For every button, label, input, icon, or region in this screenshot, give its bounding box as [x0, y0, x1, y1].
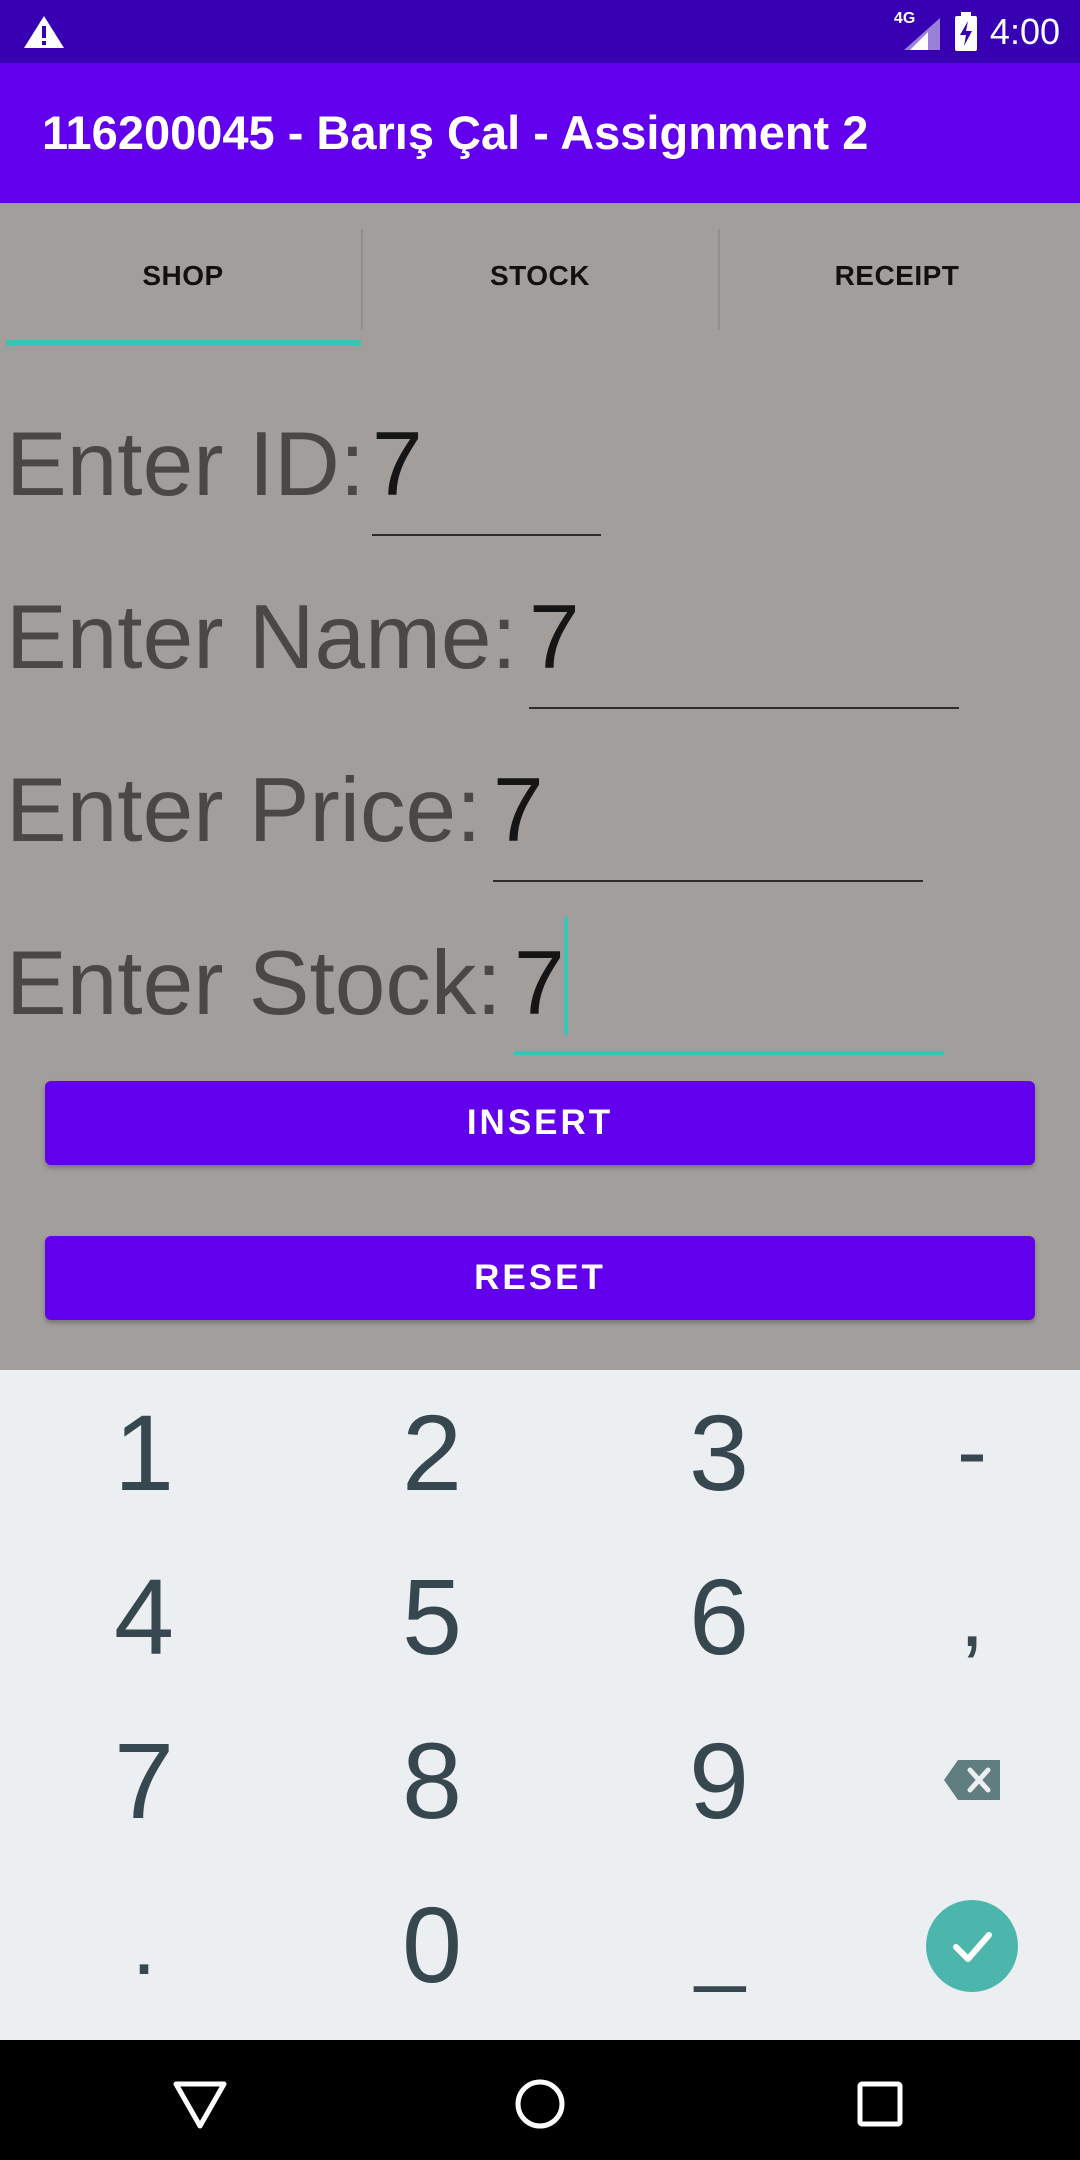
recents-icon[interactable]	[852, 2076, 908, 2132]
key-dot[interactable]: .	[74, 1864, 214, 2024]
key-1[interactable]: 1	[44, 1372, 244, 1532]
tab-stock[interactable]: STOCK	[360, 203, 720, 349]
stock-underline	[514, 1051, 944, 1055]
id-label: Enter ID:	[6, 414, 366, 515]
price-label: Enter Price:	[6, 760, 482, 861]
key-5[interactable]: 5	[332, 1536, 532, 1696]
backspace-key[interactable]	[902, 1700, 1042, 1860]
key-minus[interactable]: -	[902, 1372, 1042, 1532]
price-value: 7	[493, 760, 544, 861]
name-label: Enter Name:	[6, 587, 517, 688]
key-2[interactable]: 2	[332, 1372, 532, 1532]
insert-button[interactable]: INSERT	[45, 1081, 1035, 1165]
key-space[interactable]: _	[650, 1864, 790, 2024]
stock-value: 7	[514, 933, 565, 1034]
tab-indicator	[6, 340, 361, 346]
key-6[interactable]: 6	[619, 1536, 819, 1696]
id-field[interactable]: 7	[372, 410, 601, 536]
text-caret	[564, 917, 568, 1035]
backspace-icon	[944, 1760, 1000, 1800]
name-value: 7	[529, 587, 580, 688]
app-bar: 116200045 - Barış Çal - Assignment 2	[0, 63, 1080, 203]
signal-icon: 4G	[894, 10, 942, 52]
stock-field[interactable]: 7	[514, 917, 944, 1055]
battery-charging-icon	[954, 11, 977, 51]
id-value: 7	[372, 414, 423, 515]
tab-shop[interactable]: SHOP	[3, 203, 363, 349]
status-bar: 4G 4:00	[0, 0, 1080, 63]
warning-icon	[24, 16, 64, 48]
name-underline	[529, 707, 959, 709]
tab-bar: SHOP STOCK RECEIPT	[0, 203, 1080, 349]
price-field[interactable]: 7	[493, 756, 923, 882]
back-icon[interactable]	[172, 2076, 228, 2132]
key-8[interactable]: 8	[332, 1700, 532, 1860]
name-field[interactable]: 7	[529, 583, 959, 709]
stock-label: Enter Stock:	[6, 933, 502, 1034]
home-icon[interactable]	[512, 2076, 568, 2132]
status-time: 4:00	[989, 10, 1060, 52]
navigation-bar	[0, 2040, 1080, 2160]
id-underline	[372, 534, 601, 536]
key-9[interactable]: 9	[619, 1700, 819, 1860]
status-right: 4G 4:00	[894, 0, 1060, 63]
app-title: 116200045 - Barış Çal - Assignment 2	[42, 106, 869, 159]
key-4[interactable]: 4	[44, 1536, 244, 1696]
key-3[interactable]: 3	[619, 1372, 819, 1532]
key-comma[interactable]: ,	[902, 1536, 1042, 1696]
key-0[interactable]: 0	[332, 1864, 532, 2024]
check-icon	[953, 1932, 992, 1962]
reset-button[interactable]: RESET	[45, 1236, 1035, 1320]
key-7[interactable]: 7	[44, 1700, 244, 1860]
price-underline	[493, 880, 923, 882]
enter-key[interactable]	[926, 1900, 1018, 1992]
tab-receipt[interactable]: RECEIPT	[717, 203, 1077, 349]
